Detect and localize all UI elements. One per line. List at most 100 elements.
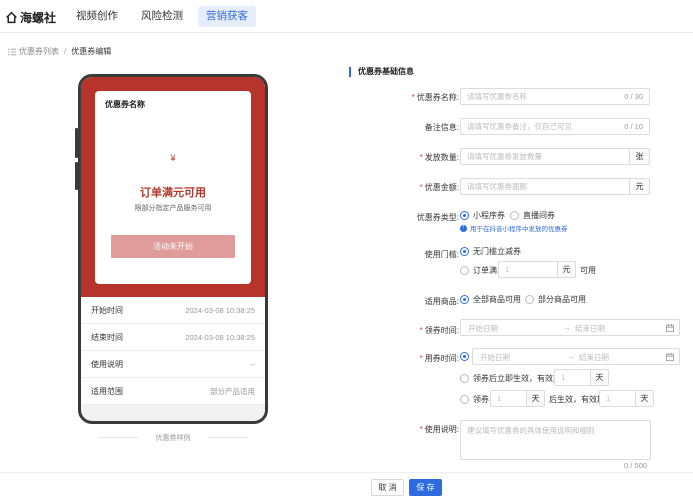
radio-dot [460,211,469,220]
char-count: 0 / 30 [624,92,643,101]
quantity-placeholder: 请填写优惠券发放数量 [467,152,542,161]
coupon-card-title: 优惠券名称 [105,100,145,109]
radio-delayed-effective[interactable]: 领券 [460,394,489,405]
coupon-card: 优惠券名称 ¥ 订单满元可用 限部分指定产品服务可用 活动未开始 [95,91,251,284]
range-arrow: → [563,323,571,332]
brand-name: 海螺社 [20,11,57,25]
section-title: 优惠券基础信息 [349,67,414,77]
claim-time-label: * 领券时间: [419,326,459,335]
remark-input[interactable]: 请填写优惠券备注，仅自己可见 0 / 10 [460,118,650,135]
end-date-placeholder[interactable]: 结束日期 [575,323,605,334]
save-button[interactable]: 保 存 [409,479,442,496]
info-label: 使用说明 [91,359,123,369]
nav-tab-risk[interactable]: 风险检测 [133,6,191,27]
info-value: 2024-03-08 10:38:25 [185,305,255,315]
radio-effective-immediately[interactable]: 领券后立即生效，有效期 [460,373,561,384]
type-hint: ! 用于在抖音小程序中发放的优惠券 [460,223,568,233]
remark-label: 备注信息: [424,123,459,132]
phone-mockup: 优惠券名称 ¥ 订单满元可用 限部分指定产品服务可用 活动未开始 开始时间 20… [78,74,268,424]
coupon-info-list: 开始时间 2024-03-08 10:38:25 结束时间 2024-03-08… [81,297,265,405]
radio-dot [460,247,469,256]
radio-mini-program-coupon[interactable]: 小程序券 [460,210,505,221]
coupon-condition: 订单满元可用 [140,187,206,199]
start-date-placeholder[interactable]: 开始日期 [468,323,498,334]
start-date-placeholder[interactable]: 开始日期 [480,352,510,363]
nav-tab-video[interactable]: 视频创作 [68,6,126,27]
delay-days-input[interactable]: 1 [490,390,527,407]
info-row-scope: 适用范围 部分产品适用 [81,378,265,405]
end-date-placeholder[interactable]: 结束日期 [579,352,609,363]
info-icon: ! [460,224,467,232]
validity-days-unit: 天 [591,369,609,386]
claim-date-range[interactable]: 开始日期 → 结束日期 [460,319,680,336]
top-nav: 海螺社 视频创作 风险检测 营销获客 [0,0,693,33]
sample-caption: 优惠券样例 [98,433,248,443]
coupon-name-placeholder: 请填写优惠券名称 [467,92,527,101]
threshold-amount-input[interactable]: 1 [498,261,558,278]
range-arrow: → [567,352,575,361]
radio-dot [460,352,469,361]
char-count: 0 / 10 [624,122,643,131]
quantity-input[interactable]: 请填写优惠券发放数量 [460,148,630,165]
breadcrumb-separator: / [64,47,67,56]
quantity-label: * 发放数量: [419,153,459,162]
delayed-validity-unit: 天 [636,390,654,407]
delay-mid-text: 后生效，有效期 [549,395,605,404]
radio-no-threshold[interactable]: 无门槛立减券 [460,246,521,257]
coupon-form: 优惠券基础信息 * 优惠券名称: 请填写优惠券名称 0 / 30 备注信息: 请填… [346,62,693,472]
calendar-icon[interactable] [666,324,674,332]
name-label: * 优惠券名称: [411,93,459,102]
threshold-tail: 可用 [580,266,596,275]
threshold-unit: 元 [558,261,576,278]
calendar-icon[interactable] [666,353,674,361]
radio-dot [460,395,469,404]
form-footer: 取 消 保 存 [0,472,693,500]
cancel-button[interactable]: 取 消 [371,479,404,496]
currency-symbol: ¥ [170,153,176,163]
info-value: 2024-03-08 10:38:25 [185,332,255,342]
delayed-validity-input[interactable]: 1 [599,390,636,407]
remark-placeholder: 请填写优惠券备注，仅自己可见 [467,122,572,131]
threshold-label: 使用门槛: [424,250,459,259]
description-textarea[interactable]: 建议填写优惠券的具体使用说明和细则 [460,420,651,460]
breadcrumb-current: 优惠券编辑 [71,47,112,56]
radio-dot [460,266,469,275]
amount-unit: 元 [630,178,650,195]
nav-tab-marketing[interactable]: 营销获客 [198,6,256,27]
info-label: 结束时间 [91,332,123,342]
radio-dot [460,295,469,304]
info-row-end-time: 结束时间 2024-03-08 10:38:25 [81,324,265,351]
coupon-background: 优惠券名称 ¥ 订单满元可用 限部分指定产品服务可用 活动未开始 [81,77,265,297]
breadcrumb: 优惠券列表 / 优惠券编辑 [8,46,111,57]
amount-label: * 优惠金额: [419,183,459,192]
radio-dot [510,211,519,220]
type-label: 优惠券类型: [416,213,459,222]
radio-dot [525,295,534,304]
radio-all-products[interactable]: 全部商品可用 [460,294,521,305]
amount-placeholder: 请填写优惠券面额 [467,182,527,191]
description-label: * 使用说明: [419,425,459,434]
radio-order-full[interactable]: 订单满 [460,265,497,276]
breadcrumb-parent[interactable]: 优惠券列表 [19,46,59,57]
use-date-range[interactable]: 开始日期 → 结束日期 [472,348,680,365]
validity-days-input[interactable]: 1 [554,369,591,386]
radio-dot [460,374,469,383]
amount-input[interactable]: 请填写优惠券面额 [460,178,630,195]
home-icon [6,11,17,24]
info-value: -- [250,359,255,369]
info-label: 适用范围 [91,386,123,396]
radio-live-room-coupon[interactable]: 直播间券 [510,210,555,221]
scope-label: 适用商品: [424,297,459,306]
coupon-preview-panel: 优惠券名称 ¥ 订单满元可用 限部分指定产品服务可用 活动未开始 开始时间 20… [0,62,344,472]
info-label: 开始时间 [91,305,123,315]
radio-partial-products[interactable]: 部分商品可用 [525,294,586,305]
delay-days-unit: 天 [527,390,545,407]
coupon-name-input[interactable]: 请填写优惠券名称 0 / 30 [460,88,650,105]
logo[interactable]: 海螺社 [5,9,56,26]
char-count: 0 / 500 [624,461,647,470]
list-icon [8,48,16,55]
info-row-usage: 使用说明 -- [81,351,265,378]
coupon-scope-text: 限部分指定产品服务可用 [134,205,212,212]
activity-status-button: 活动未开始 [111,235,235,258]
use-time-label: * 用券时间: [419,354,459,363]
